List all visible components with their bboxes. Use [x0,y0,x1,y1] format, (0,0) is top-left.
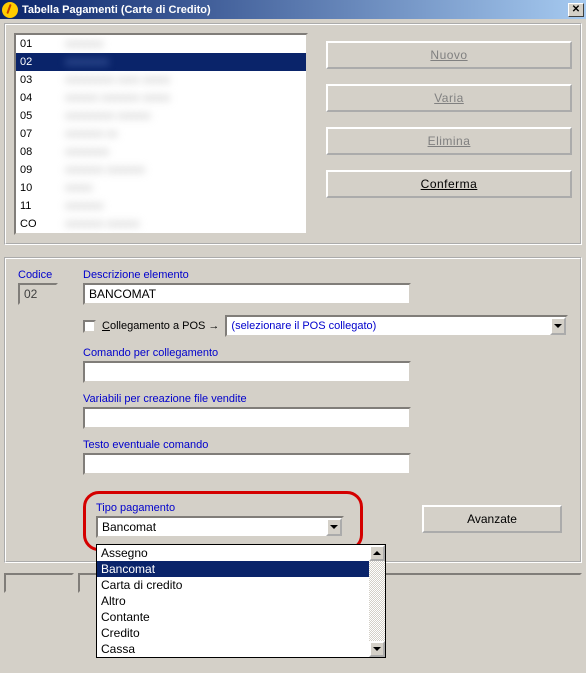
list-item-desc: xxxxxxxxx xxxx xxxxx [65,74,170,86]
codice-input [18,283,58,305]
tipo-option[interactable]: Cassa [97,641,369,657]
list-item-code: 07 [20,128,65,140]
pos-select[interactable]: (selezionare il POS collegato) [225,315,568,337]
tipo-dropdown[interactable]: AssegnoBancomatCarta di creditoAltroCont… [96,544,386,658]
window-title: Tabella Pagamenti (Carte di Credito) [22,4,211,16]
list-item-code: CO [20,218,65,230]
action-buttons-column: Nuovo Varia Elimina Conferma [326,33,572,235]
list-item-code: 10 [20,182,65,194]
list-item-desc: xxxxxxx [65,38,104,50]
list-item[interactable]: 11xxxxxxx [16,197,306,215]
list-item[interactable]: 10xxxxx [16,179,306,197]
tipo-option[interactable]: Credito [97,625,369,641]
chevron-down-icon [326,518,342,536]
content-area: 01xxxxxxx02xxxxxxxx03xxxxxxxxx xxxx xxxx… [0,19,586,673]
scroll-track[interactable] [369,561,385,641]
list-item-desc: xxxxxxx [65,200,104,212]
tipo-select[interactable]: Bancomat [96,516,344,538]
list-item-desc: xxxxxxxx [65,56,109,68]
descrizione-label: Descrizione elemento [83,269,568,281]
window-titlebar: Tabella Pagamenti (Carte di Credito) ✕ [0,0,586,19]
conferma-button[interactable]: Conferma [326,170,572,198]
nuovo-button[interactable]: Nuovo [326,41,572,69]
codice-label: Codice [18,269,73,281]
list-item[interactable]: 08xxxxxxxx [16,143,306,161]
variabili-input[interactable] [83,407,411,429]
list-item-code: 04 [20,92,65,104]
pos-select-value: (selezionare il POS collegato) [231,320,376,332]
avanzate-button[interactable]: Avanzate [422,505,562,533]
list-item[interactable]: 09xxxxxxx xxxxxxx [16,161,306,179]
list-item[interactable]: 02xxxxxxxx [16,53,306,71]
list-item-code: 03 [20,74,65,86]
close-button[interactable]: ✕ [568,3,584,17]
scroll-up-icon[interactable] [369,545,385,561]
list-item[interactable]: 07xxxxxxx xx [16,125,306,143]
list-item-desc: xxxxxxx xxxxxx [65,218,140,230]
top-panel: 01xxxxxxx02xxxxxxxx03xxxxxxxxx xxxx xxxx… [4,23,582,245]
collegamento-pos-checkbox[interactable] [83,320,96,333]
descrizione-input[interactable] [83,283,411,305]
tipo-option[interactable]: Bancomat [97,561,369,577]
list-item[interactable]: 05xxxxxxxxx xxxxxx [16,107,306,125]
tipo-option[interactable]: Contante [97,609,369,625]
list-item-desc: xxxxxx xxxxxxx xxxxx [65,92,170,104]
collegamento-pos-label: Collegamento a POS → [102,320,219,332]
list-item[interactable]: 01xxxxxxx [16,35,306,53]
list-item-desc: xxxxxxx xx [65,128,118,140]
status-cell-1 [4,573,74,593]
list-item-desc: xxxxxxxxx xxxxxx [65,110,151,122]
list-item-code: 09 [20,164,65,176]
testo-label: Testo eventuale comando [83,439,568,451]
list-item[interactable]: 04xxxxxx xxxxxxx xxxxx [16,89,306,107]
tipo-select-value: Bancomat [102,520,156,534]
list-item-code: 11 [20,200,65,212]
list-item-desc: xxxxxxxx [65,146,109,158]
payments-listbox[interactable]: 01xxxxxxx02xxxxxxxx03xxxxxxxxx xxxx xxxx… [14,33,308,235]
tipo-option[interactable]: Carta di credito [97,577,369,593]
varia-button[interactable]: Varia [326,84,572,112]
elimina-button[interactable]: Elimina [326,127,572,155]
detail-panel: Codice Descrizione elemento Collegamento… [4,257,582,563]
list-item-desc: xxxxxxx xxxxxxx [65,164,145,176]
list-item[interactable]: 03xxxxxxxxx xxxx xxxxx [16,71,306,89]
testo-input[interactable] [83,453,411,475]
tipo-label: Tipo pagamento [96,502,350,514]
tipo-option[interactable]: Assegno [97,545,369,561]
list-item-code: 05 [20,110,65,122]
list-item-code: 01 [20,38,65,50]
list-item-code: 08 [20,146,65,158]
tipo-pagamento-section: Tipo pagamento Bancomat AssegnoBancomatC… [83,491,363,551]
list-item-code: 02 [20,56,65,68]
variabili-label: Variabili per creazione file vendite [83,393,568,405]
list-item[interactable]: COxxxxxxx xxxxxx [16,215,306,233]
comando-input[interactable] [83,361,411,383]
list-item-desc: xxxxx [65,182,93,194]
app-icon [2,2,18,18]
tipo-option[interactable]: Altro [97,593,369,609]
tipo-scrollbar[interactable] [369,545,385,657]
scroll-down-icon[interactable] [369,641,385,657]
comando-label: Comando per collegamento [83,347,568,359]
chevron-down-icon [550,317,566,335]
